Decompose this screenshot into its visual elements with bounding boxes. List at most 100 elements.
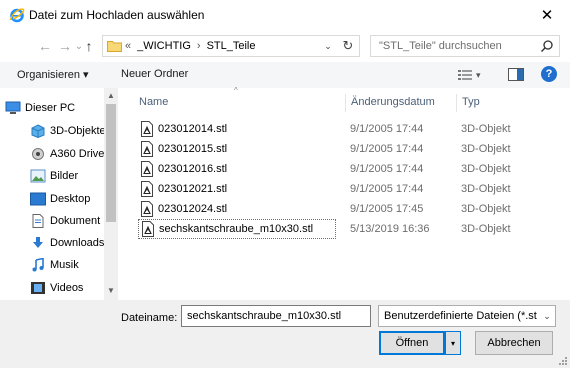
- column-divider[interactable]: [345, 94, 346, 112]
- chevron-down-icon: ⌄: [324, 40, 332, 51]
- file-name: sechskantschraube_m10x30.stl: [159, 223, 314, 235]
- file-date: 5/13/2019 16:36: [350, 223, 430, 235]
- drive-icon: [32, 148, 44, 160]
- file-list: ^ Name Änderungsdatum Typ 023012014.stl 9…: [120, 86, 570, 300]
- search-placeholder: "STL_Teile" durchsuchen: [379, 40, 502, 52]
- document-icon: [32, 214, 44, 228]
- scrollbar-thumb[interactable]: [106, 104, 116, 222]
- file-type: 3D-Objekt: [461, 183, 511, 195]
- organize-menu[interactable]: Organisieren ▾: [17, 68, 89, 81]
- scroll-up-button[interactable]: ▲: [104, 88, 118, 102]
- file-row[interactable]: 023012014.stl 9/1/2005 17:44 3D-Objekt: [136, 119, 556, 139]
- back-button[interactable]: ←: [36, 37, 54, 55]
- file-type: 3D-Objekt: [461, 123, 511, 135]
- chevron-up-icon: ▲: [107, 90, 115, 100]
- file-row[interactable]: 023012021.stl 9/1/2005 17:44 3D-Objekt: [136, 179, 556, 199]
- file-name-cell[interactable]: 023012024.stl: [138, 199, 336, 219]
- navigation-pane: Dieser PC 3D-Objekte A360 Drive Bilder D…: [0, 88, 118, 300]
- chevron-down-icon: ▼: [107, 285, 115, 295]
- file-date: 9/1/2005 17:44: [350, 123, 424, 135]
- file-type: 3D-Objekt: [461, 223, 511, 235]
- breadcrumb: « _WICHTIG › STL_Teile: [125, 40, 256, 52]
- view-list-icon: [458, 70, 472, 80]
- file-row[interactable]: 023012015.stl 9/1/2005 17:44 3D-Objekt: [136, 139, 556, 159]
- video-icon: [31, 282, 45, 294]
- file-date: 9/1/2005 17:45: [350, 203, 424, 215]
- download-icon: [33, 237, 43, 248]
- window-title: Datei zum Hochladen auswählen: [29, 8, 205, 22]
- file-name-cell[interactable]: 023012021.stl: [138, 179, 336, 199]
- sidebar-item-dieser-pc[interactable]: Dieser PC: [5, 98, 109, 118]
- sidebar-item-label: 3D-Objekte: [50, 125, 106, 137]
- column-header-date[interactable]: Änderungsdatum: [351, 96, 435, 108]
- refresh-button[interactable]: ↻: [339, 37, 357, 55]
- sidebar-item-label: A360 Drive: [50, 148, 105, 160]
- file-date: 9/1/2005 17:44: [350, 183, 424, 195]
- file-name: 023012024.stl: [158, 203, 228, 215]
- file-type: 3D-Objekt: [461, 163, 511, 175]
- search-icon: [541, 40, 553, 52]
- breadcrumb-overflow[interactable]: «: [125, 40, 131, 52]
- file-name-cell[interactable]: sechskantschraube_m10x30.stl: [138, 219, 336, 239]
- stl-file-icon: [142, 221, 154, 237]
- new-folder-button[interactable]: Neuer Ordner: [121, 68, 188, 80]
- address-history-button[interactable]: ⌄: [321, 38, 335, 54]
- stl-file-icon: [141, 121, 153, 137]
- footer-panel: Dateiname: sechskantschraube_m10x30.stl …: [0, 300, 570, 368]
- file-type-select[interactable]: Benutzerdefinierte Dateien (*.st ⌄: [378, 305, 556, 327]
- file-name-cell[interactable]: 023012015.stl: [138, 139, 336, 159]
- breadcrumb-separator-icon: ›: [196, 40, 201, 52]
- filename-label: Dateiname:: [121, 312, 178, 324]
- preview-pane-icon[interactable]: [508, 68, 524, 81]
- cancel-button-label: Abbrechen: [487, 337, 541, 349]
- filename-value: sechskantschraube_m10x30.stl: [187, 310, 342, 322]
- sort-ascending-icon: ^: [234, 86, 238, 95]
- filename-input[interactable]: sechskantschraube_m10x30.stl: [181, 305, 371, 327]
- address-bar[interactable]: « _WICHTIG › STL_Teile ⌄ ↻: [102, 35, 360, 57]
- file-row[interactable]: 023012016.stl 9/1/2005 17:44 3D-Objekt: [136, 159, 556, 179]
- file-row[interactable]: 023012024.stl 9/1/2005 17:45 3D-Objekt: [136, 199, 556, 219]
- file-date: 9/1/2005 17:44: [350, 143, 424, 155]
- sidebar-scrollbar[interactable]: ▲ ▼: [104, 88, 118, 300]
- pictures-icon: [30, 169, 46, 183]
- resize-grip-icon[interactable]: [558, 356, 568, 366]
- help-icon: ?: [545, 68, 553, 80]
- address-row: ← → ⌄ ↑ « _WICHTIG › STL_Teile ⌄ ↻ "STL_…: [0, 30, 570, 62]
- computer-icon: [5, 101, 21, 114]
- up-button[interactable]: ↑: [80, 37, 98, 55]
- column-header-name[interactable]: Name: [139, 96, 168, 108]
- cube-icon: [31, 124, 45, 138]
- stl-file-icon: [141, 181, 153, 197]
- help-button[interactable]: ?: [541, 66, 557, 82]
- sidebar-item-label: Dieser PC: [25, 102, 76, 114]
- arrow-up-icon: ↑: [85, 38, 93, 54]
- open-button[interactable]: Öffnen: [379, 331, 445, 355]
- column-header-type[interactable]: Typ: [462, 96, 480, 108]
- change-view-button[interactable]: ▾: [458, 67, 488, 83]
- file-type: 3D-Objekt: [461, 203, 511, 215]
- arrow-left-icon: ←: [38, 38, 52, 54]
- chevron-down-icon: ⌄: [543, 310, 551, 321]
- file-row[interactable]: sechskantschraube_m10x30.stl 5/13/2019 16…: [136, 219, 556, 239]
- file-name-cell[interactable]: 023012014.stl: [138, 119, 336, 139]
- search-input[interactable]: "STL_Teile" durchsuchen: [370, 35, 560, 57]
- close-button[interactable]: ✕: [524, 0, 570, 30]
- file-name-cell[interactable]: 023012016.stl: [138, 159, 336, 179]
- stl-file-icon: [141, 141, 153, 157]
- refresh-icon: ↻: [342, 38, 354, 53]
- breadcrumb-item-wichtig[interactable]: _WICHTIG: [137, 40, 191, 52]
- open-options-button[interactable]: ▾: [445, 331, 461, 355]
- file-type-dropdown[interactable]: ⌄: [539, 306, 555, 326]
- cancel-button[interactable]: Abbrechen: [475, 331, 553, 355]
- column-divider[interactable]: [456, 94, 457, 112]
- scroll-down-button[interactable]: ▼: [104, 283, 118, 297]
- internet-explorer-icon: [9, 8, 25, 23]
- file-name: 023012021.stl: [158, 183, 228, 195]
- desktop-icon: [30, 192, 46, 206]
- music-icon: [32, 258, 44, 272]
- command-bar: Organisieren ▾ Neuer Ordner ▾ ?: [0, 62, 570, 88]
- sidebar-item-label: Videos: [50, 282, 84, 294]
- breadcrumb-item-stl-teile[interactable]: STL_Teile: [207, 40, 256, 52]
- file-name: 023012015.stl: [158, 143, 228, 155]
- title-bar: Datei zum Hochladen auswählen ✕: [0, 0, 570, 30]
